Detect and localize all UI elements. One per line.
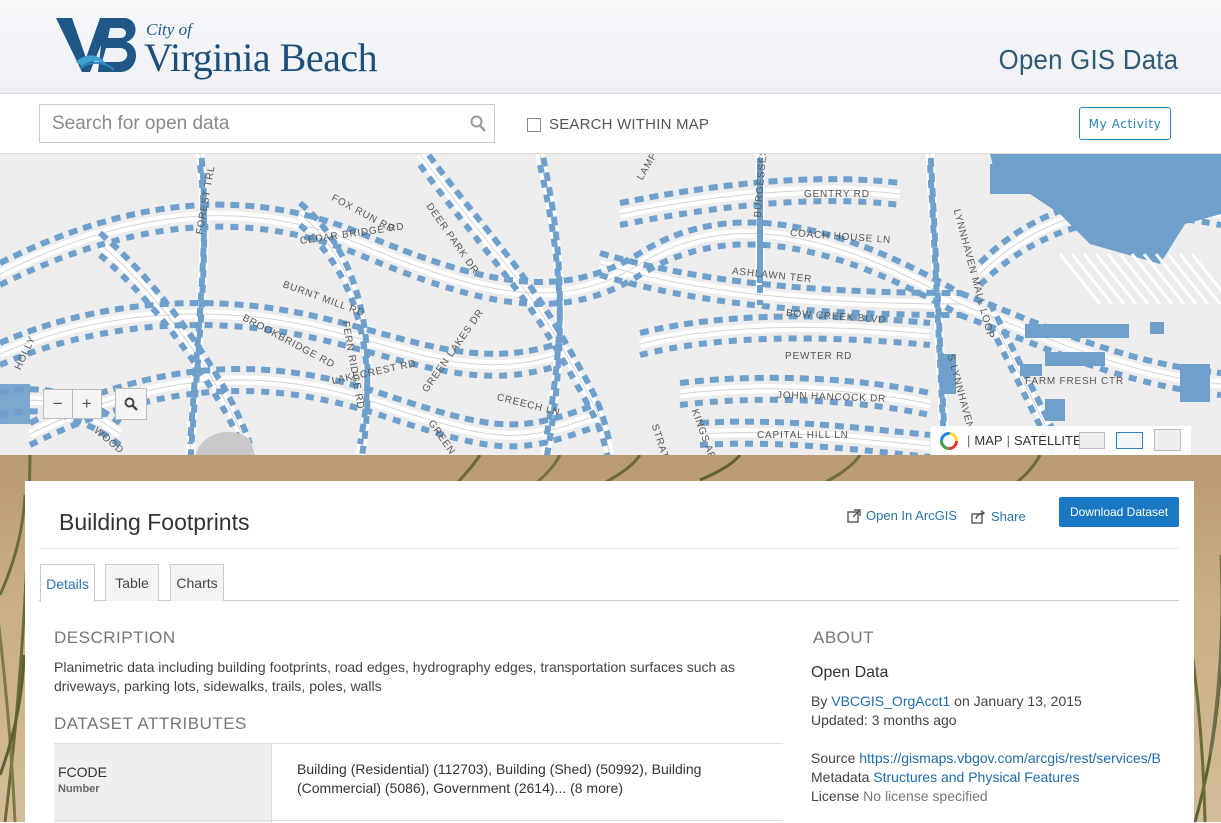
card-divider xyxy=(39,548,1179,549)
site-title: Open GIS Data xyxy=(998,44,1178,75)
description-text: Planimetric data including building foot… xyxy=(54,659,735,694)
search-bar: SEARCH WITHIN MAP My Activity xyxy=(0,94,1221,154)
table-row-divider xyxy=(54,820,783,821)
logo-name-text: Virginia Beach xyxy=(144,35,378,80)
about-metadata-line: Metadata Structures and Physical Feature… xyxy=(811,769,1079,785)
basemap-thumb-dark[interactable] xyxy=(1154,429,1181,451)
map-street-label: GENTRY RD xyxy=(804,189,870,200)
map-search-button[interactable] xyxy=(115,388,147,420)
by-label: By xyxy=(811,693,828,709)
search-input[interactable] xyxy=(40,105,460,142)
dataset-title: Building Footprints xyxy=(59,509,250,535)
search-within-map-label: SEARCH WITHIN MAP xyxy=(549,116,710,133)
license-value: No license specified xyxy=(863,788,988,804)
zoom-control: − + xyxy=(43,389,102,419)
about-owner-line: By VBCGIS_OrgAcct1 on January 13, 2015 xyxy=(811,693,1082,709)
basemap-separator: | xyxy=(1006,433,1010,448)
map-view[interactable]: FOX RUN RD DEER PARK DR CEDAR BRIDGE RD BUR… xyxy=(0,154,1221,455)
color-wheel-icon[interactable] xyxy=(939,431,959,451)
created-date: on January 13, 2015 xyxy=(954,693,1082,709)
magnifier-icon xyxy=(124,397,138,411)
tab-charts[interactable]: Charts xyxy=(170,564,224,601)
basemap-separator: | xyxy=(967,433,971,448)
dataset-card: Building Footprints Open In ArcGIS Share… xyxy=(25,481,1194,823)
description-heading: DESCRIPTION xyxy=(54,628,176,647)
tab-details[interactable]: Details xyxy=(40,564,95,602)
attribute-name-cell: FCODE Number xyxy=(54,744,272,823)
share-label: Share xyxy=(991,509,1026,524)
dataset-tabs: Details Table Charts xyxy=(39,564,1179,602)
map-street-label: PEWTER RD xyxy=(785,351,853,362)
search-box xyxy=(39,104,495,143)
tab-table[interactable]: Table xyxy=(105,564,159,601)
basemap-satellite-option[interactable]: SATELLITE xyxy=(1014,433,1082,448)
vb-logo-icon xyxy=(56,18,137,72)
basemap-thumb-light[interactable] xyxy=(1079,432,1105,449)
map-canvas xyxy=(0,154,1221,455)
metadata-link[interactable]: Structures and Physical Features xyxy=(873,769,1079,785)
attributes-table: FCODE Number Building (Residential) (112… xyxy=(54,743,783,823)
external-link-icon xyxy=(847,508,861,523)
about-heading: ABOUT xyxy=(813,628,875,647)
zoom-in-button[interactable]: + xyxy=(73,390,101,418)
basemap-switcher: | MAP | SATELLITE xyxy=(931,426,1191,455)
search-icon[interactable] xyxy=(470,115,486,137)
share-link[interactable]: Share xyxy=(971,509,1026,524)
search-within-map-toggle[interactable]: SEARCH WITHIN MAP xyxy=(527,116,709,133)
about-title: Open Data xyxy=(811,664,889,681)
city-logo[interactable]: City of Virginia Beach xyxy=(54,14,384,82)
source-label: Source xyxy=(811,750,856,766)
search-within-map-checkbox[interactable] xyxy=(527,117,541,132)
open-in-arcgis-label: Open In ArcGIS xyxy=(866,508,958,523)
attribute-type: Number xyxy=(58,783,100,795)
about-updated-line: Updated: 3 months ago xyxy=(811,712,957,728)
license-label: License xyxy=(811,788,860,804)
map-street-label: FARM FRESH CTR xyxy=(1025,376,1124,387)
basemap-map-option[interactable]: MAP xyxy=(974,433,1002,448)
about-license-line: License No license specified xyxy=(811,788,988,804)
metadata-label: Metadata xyxy=(811,769,870,785)
open-in-arcgis-link[interactable]: Open In ArcGIS xyxy=(847,508,957,523)
attribute-name: FCODE xyxy=(58,764,107,780)
updated-label: Updated: xyxy=(811,712,868,728)
zoom-out-button[interactable]: − xyxy=(44,390,73,418)
download-dataset-button[interactable]: Download Dataset xyxy=(1059,497,1179,527)
about-source-line: Source https://gismaps.vbgov.com/arcgis/… xyxy=(811,750,1161,766)
attributes-heading: DATASET ATTRIBUTES xyxy=(54,714,247,733)
site-header: City of Virginia Beach Open GIS Data xyxy=(0,0,1221,94)
owner-link[interactable]: VBCGIS_OrgAcct1 xyxy=(831,693,950,709)
my-activity-button[interactable]: My Activity xyxy=(1079,107,1171,140)
updated-value: 3 months ago xyxy=(871,712,957,728)
share-icon xyxy=(971,509,986,524)
attribute-values: Building (Residential) (112703), Buildin… xyxy=(297,761,702,796)
map-street-label: CAPITAL HILL LN xyxy=(757,430,849,441)
source-link[interactable]: https://gismaps.vbgov.com/arcgis/rest/se… xyxy=(859,750,1161,766)
basemap-thumb-active[interactable] xyxy=(1116,432,1143,449)
